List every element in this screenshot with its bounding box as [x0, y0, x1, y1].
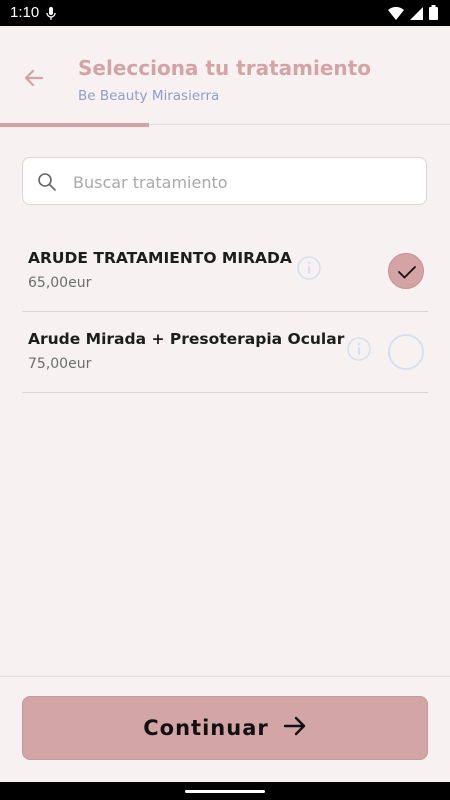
- footer-divider: [0, 676, 450, 677]
- treatment-price: 65,00eur: [28, 275, 92, 291]
- battery-icon: [429, 5, 438, 24]
- header: Selecciona tu tratamiento Be Beauty Mira…: [0, 26, 450, 124]
- status-time: 1:10: [10, 4, 40, 21]
- info-icon[interactable]: [297, 256, 321, 280]
- treatment-name: ARUDE TRATAMIENTO MIRADA: [28, 249, 292, 267]
- search-box[interactable]: [22, 157, 427, 205]
- continue-label: Continuar: [143, 716, 269, 740]
- mic-icon: [46, 6, 56, 25]
- info-icon[interactable]: [347, 337, 371, 361]
- home-handle[interactable]: [185, 790, 265, 793]
- arrow-right-icon: [283, 715, 307, 741]
- signal-icon: [410, 5, 423, 24]
- page-title: Selecciona tu tratamiento: [78, 56, 371, 80]
- search-input[interactable]: [71, 168, 415, 196]
- list-item[interactable]: ARUDE TRATAMIENTO MIRADA 65,00eur: [22, 232, 428, 312]
- continue-button[interactable]: Continuar: [22, 696, 428, 760]
- system-nav-bar: [0, 782, 450, 800]
- list-item[interactable]: Arude Mirada + Presoterapia Ocular 75,00…: [22, 313, 428, 393]
- back-arrow-icon[interactable]: [22, 66, 46, 90]
- status-bar: 1:10: [0, 0, 450, 26]
- search-icon: [37, 172, 57, 196]
- treatment-name: Arude Mirada + Presoterapia Ocular: [28, 330, 345, 348]
- progress-bar: [0, 123, 149, 127]
- selected-check[interactable]: [388, 253, 424, 289]
- salon-name: Be Beauty Mirasierra: [78, 88, 220, 104]
- treatment-price: 75,00eur: [28, 356, 92, 372]
- wifi-icon: [388, 5, 404, 24]
- check-icon: [398, 266, 416, 279]
- unselected-radio[interactable]: [388, 334, 424, 370]
